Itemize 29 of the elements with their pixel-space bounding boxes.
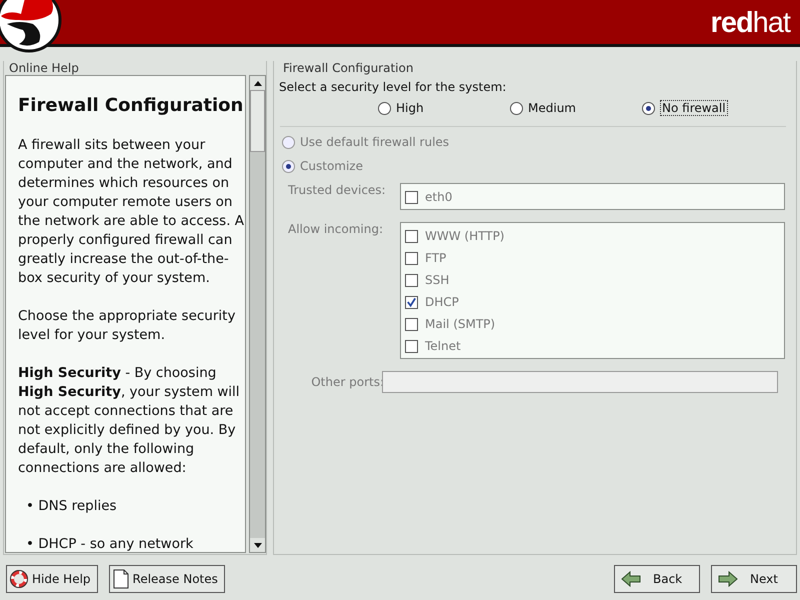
field-label: Trusted devices: (288, 183, 387, 197)
footer-button[interactable]: Hide Help (6, 565, 98, 593)
footer-button[interactable]: Release Notes (108, 565, 225, 593)
field-label: Allow incoming: (288, 222, 384, 236)
field-label: Other ports: (310, 375, 385, 389)
scroll-thumb[interactable] (250, 90, 265, 152)
bullet-item: • DHCP - so any network (26, 535, 194, 552)
security-level-radio[interactable]: High (378, 100, 510, 116)
panel-title: Online Help (8, 61, 80, 75)
footer-button[interactable]: Next (711, 565, 797, 593)
left-arrow-icon (621, 571, 641, 587)
help-paragraph: A firewall sits between your computer and the network, and determines which resources on your computer remote users on the network are able to access. A properly configured firewall can greatly increase the out-of-the-box security of your system. (18, 136, 246, 288)
bullet-item: • DNS replies (26, 497, 118, 516)
life-ring-icon (10, 570, 28, 588)
up-arrow-icon (254, 80, 262, 86)
scroll-up-button[interactable] (250, 76, 265, 90)
brand-wordmark: redhat (710, 9, 790, 38)
footer-button[interactable]: Back (614, 565, 700, 593)
scroll-down-button[interactable] (250, 538, 265, 552)
help-paragraph: Choose the appropriate security level for your system. (18, 307, 236, 345)
help-heading: Firewall Configuration (18, 94, 244, 118)
prompt-label: Select a security level for the system: (279, 80, 508, 94)
document-icon (112, 569, 129, 589)
help-paragraph: High Security - By choosing High Security, your system will not accept connections that are not explicitly defined by you. By default, only the following connections are allowed: (18, 364, 241, 478)
down-arrow-icon (254, 542, 262, 548)
scrollbar[interactable] (249, 75, 266, 553)
security-level-radio[interactable]: Medium (510, 100, 642, 116)
right-arrow-icon (718, 571, 738, 587)
panel-title: Firewall Configuration (282, 61, 414, 75)
